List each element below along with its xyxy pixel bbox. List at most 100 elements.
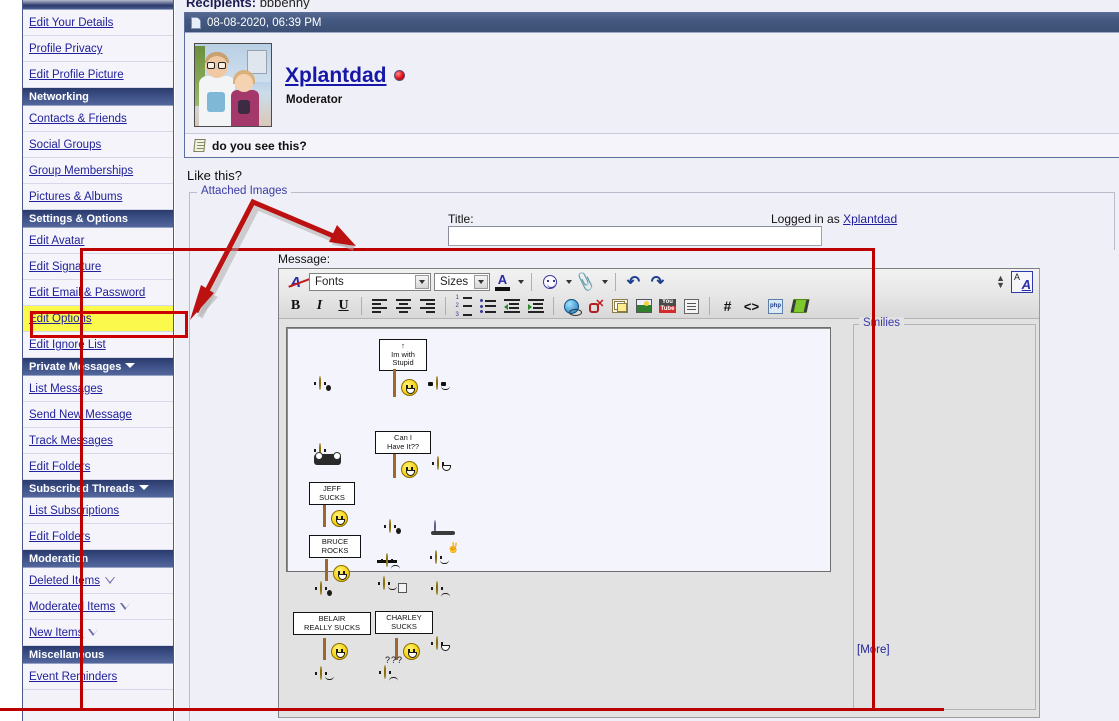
- sidebar-item-send-new-message[interactable]: Send New Message: [23, 402, 173, 428]
- insert-smilie-caret-icon[interactable]: [563, 272, 572, 293]
- smiley-item[interactable]: [377, 553, 400, 567]
- insert-hash-icon[interactable]: #: [717, 296, 738, 317]
- sidebar-item-edit-folders[interactable]: Edit Folders: [23, 454, 173, 480]
- chevron-down-outline-icon[interactable]: [120, 603, 131, 610]
- sidebar-item-edit-options[interactable]: Edit Options: [23, 306, 173, 332]
- message-textarea[interactable]: [286, 327, 831, 572]
- sidebar-item-label[interactable]: Event Reminders: [29, 671, 117, 683]
- chevron-down-outline-icon[interactable]: [104, 577, 116, 584]
- smiley-item[interactable]: [315, 666, 334, 680]
- font-color-caret-icon[interactable]: [515, 272, 524, 293]
- title-input[interactable]: [448, 226, 822, 246]
- sidebar-item-label[interactable]: Edit Ignore List: [29, 339, 106, 351]
- smiley-item[interactable]: [431, 636, 450, 651]
- font-family-caret-icon[interactable]: [415, 275, 429, 289]
- sidebar-item-label[interactable]: Moderated Items: [29, 601, 115, 613]
- sidebar-item-label[interactable]: List Subscriptions: [29, 505, 119, 517]
- smiley-item[interactable]: [431, 581, 450, 595]
- sidebar-item-label[interactable]: Social Groups: [29, 139, 101, 151]
- toggle-editor-mode-icon[interactable]: A A: [1011, 271, 1033, 293]
- smiley-item[interactable]: ✌: [430, 543, 459, 564]
- sidebar-item-edit-signature[interactable]: Edit Signature: [23, 254, 173, 280]
- underline-icon[interactable]: U: [333, 296, 354, 317]
- sidebar-item-label[interactable]: Deleted Items: [29, 575, 100, 587]
- sidebar-item-contacts-friends[interactable]: Contacts & Friends: [23, 106, 173, 132]
- sidebar-item-edit-ignore-list[interactable]: Edit Ignore List: [23, 332, 173, 358]
- sidebar-item-label[interactable]: Pictures & Albums: [29, 191, 122, 203]
- sidebar-item-group-memberships[interactable]: Group Memberships: [23, 158, 173, 184]
- remove-link-icon[interactable]: [585, 296, 606, 317]
- sidebar-item-edit-folders[interactable]: Edit Folders: [23, 524, 173, 550]
- sidebar-item-social-groups[interactable]: Social Groups: [23, 132, 173, 158]
- resize-editor-icon[interactable]: ▲ ▼: [996, 274, 1005, 290]
- insert-image-icon[interactable]: [633, 296, 654, 317]
- undo-icon[interactable]: ↶: [623, 272, 644, 293]
- sidebar-item-label[interactable]: List Messages: [29, 383, 103, 395]
- sidebar-item-edit-profile-picture[interactable]: Edit Profile Picture: [23, 62, 173, 88]
- smiley-item[interactable]: [428, 376, 450, 390]
- username-link[interactable]: Xplantdad: [285, 65, 387, 86]
- insert-video-icon[interactable]: You Tube: [657, 296, 678, 317]
- align-center-icon[interactable]: [393, 296, 414, 317]
- sidebar-item-label[interactable]: Edit Profile Picture: [29, 69, 124, 81]
- insert-code-icon[interactable]: <>: [741, 296, 762, 317]
- sidebar-item-label[interactable]: New Items: [29, 627, 83, 639]
- indent-icon[interactable]: [525, 296, 546, 317]
- unordered-list-icon[interactable]: [477, 296, 498, 317]
- chevron-down-icon[interactable]: [125, 363, 136, 368]
- font-size-caret-icon[interactable]: [474, 275, 488, 289]
- sidebar-item-list-subscriptions[interactable]: List Subscriptions: [23, 498, 173, 524]
- sidebar-item-edit-avatar[interactable]: Edit Avatar: [23, 228, 173, 254]
- italic-icon[interactable]: I: [309, 296, 330, 317]
- smiley-blob-item[interactable]: [434, 520, 436, 534]
- sidebar-item-label[interactable]: Edit Options: [29, 313, 92, 325]
- sidebar-item-label[interactable]: Track Messages: [29, 435, 113, 447]
- ordered-list-icon[interactable]: 123: [453, 295, 474, 318]
- attachment-caret-icon[interactable]: [599, 272, 608, 293]
- sidebar-item-deleted-items[interactable]: Deleted Items: [23, 568, 173, 594]
- sidebar-item-label[interactable]: Contacts & Friends: [29, 113, 127, 125]
- remove-formatting-icon[interactable]: A: [285, 272, 306, 293]
- sidebar-item-label[interactable]: Edit Avatar: [29, 235, 84, 247]
- align-right-icon[interactable]: [417, 296, 438, 317]
- outdent-icon[interactable]: [501, 296, 522, 317]
- insert-smilie-icon[interactable]: [539, 272, 560, 293]
- sidebar-item-label[interactable]: Edit Signature: [29, 261, 101, 273]
- bold-icon[interactable]: B: [285, 296, 306, 317]
- wrap-quote-icon[interactable]: [681, 296, 702, 317]
- more-smilies-link[interactable]: [More]: [857, 644, 890, 656]
- smiley-item[interactable]: [315, 581, 332, 596]
- font-size-select[interactable]: Sizes: [434, 273, 490, 291]
- smiley-item[interactable]: ???: [379, 655, 402, 679]
- smiley-item[interactable]: [378, 576, 407, 593]
- font-family-select[interactable]: Fonts: [309, 273, 431, 291]
- insert-php-icon[interactable]: php: [765, 296, 786, 317]
- username-row[interactable]: Xplantdad: [285, 65, 405, 86]
- smiley-item[interactable]: [314, 443, 341, 465]
- sidebar-item-event-reminders[interactable]: Event Reminders: [23, 664, 173, 690]
- align-left-icon[interactable]: [369, 296, 390, 317]
- font-color-icon[interactable]: A: [493, 272, 512, 293]
- sidebar-item-pictures-albums[interactable]: Pictures & Albums: [23, 184, 173, 210]
- attachment-icon[interactable]: 📎: [574, 272, 596, 293]
- sidebar-item-track-messages[interactable]: Track Messages: [23, 428, 173, 454]
- insert-highlight-icon[interactable]: [789, 296, 810, 317]
- insert-link-icon[interactable]: [561, 296, 582, 317]
- insert-email-icon[interactable]: [609, 296, 630, 317]
- sidebar-item-label[interactable]: Edit Folders: [29, 461, 90, 473]
- sidebar-item-label[interactable]: Edit Folders: [29, 531, 90, 543]
- logged-in-user-link[interactable]: Xplantdad: [843, 212, 897, 226]
- sidebar-item-label[interactable]: Group Memberships: [29, 165, 133, 177]
- sidebar-item-edit-email-password[interactable]: Edit Email & Password: [23, 280, 173, 306]
- sidebar-item-new-items[interactable]: New Items: [23, 620, 173, 646]
- sidebar-item-edit-your-details[interactable]: Edit Your Details: [23, 10, 173, 36]
- smiley-item[interactable]: [314, 376, 331, 391]
- sidebar-item-profile-privacy[interactable]: Profile Privacy: [23, 36, 173, 62]
- sidebar-item-label[interactable]: Profile Privacy: [29, 43, 103, 55]
- sidebar-item-label[interactable]: Edit Your Details: [29, 17, 113, 29]
- sidebar-item-moderated-items[interactable]: Moderated Items: [23, 594, 173, 620]
- chevron-down-outline-icon[interactable]: [88, 629, 99, 636]
- chevron-down-icon[interactable]: [138, 485, 149, 490]
- smiley-item[interactable]: [384, 519, 401, 534]
- smiley-item[interactable]: [432, 456, 451, 471]
